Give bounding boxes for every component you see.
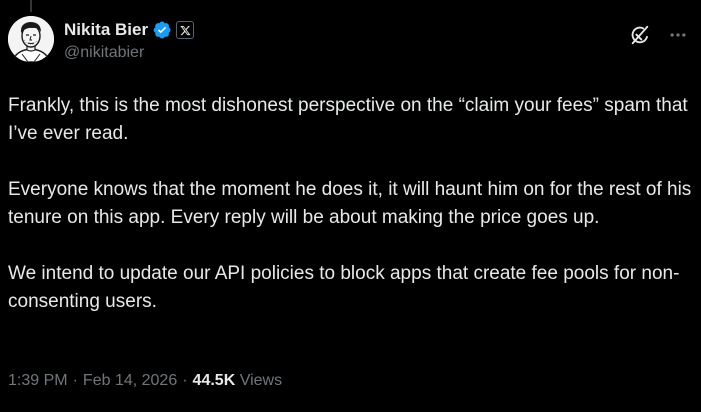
thread-connector-line (30, 0, 32, 12)
author-handle[interactable]: @nikitabier (64, 44, 611, 62)
avatar[interactable] (8, 16, 54, 62)
post-time[interactable]: 1:39 PM (8, 372, 68, 389)
post-paragraph: Everyone knows that the moment he does i… (8, 179, 692, 228)
post-paragraph: Frankly, this is the most dishonest pers… (8, 95, 688, 144)
post-metadata: 1:39 PM · Feb 14, 2026 · 44.5K Views (8, 372, 282, 390)
post-header: Nikita Bier @nikitabier (64, 18, 611, 62)
grok-icon[interactable] (627, 22, 653, 48)
meta-separator: · (182, 372, 188, 389)
more-dots-icon[interactable] (665, 22, 691, 48)
views-label: Views (239, 372, 283, 389)
verified-badge-icon[interactable] (152, 20, 172, 40)
post-top-actions (627, 22, 691, 48)
meta-separator: · (72, 372, 78, 389)
author-display-name[interactable]: Nikita Bier (64, 20, 148, 40)
post-date[interactable]: Feb 14, 2026 (83, 372, 177, 389)
post-body: Frankly, this is the most dishonest pers… (8, 92, 693, 316)
x-logo-icon[interactable] (176, 21, 195, 39)
post-paragraph: We intend to update our API policies to … (8, 263, 680, 312)
views-count[interactable]: 44.5K (193, 372, 236, 389)
name-row: Nikita Bier (64, 18, 611, 42)
